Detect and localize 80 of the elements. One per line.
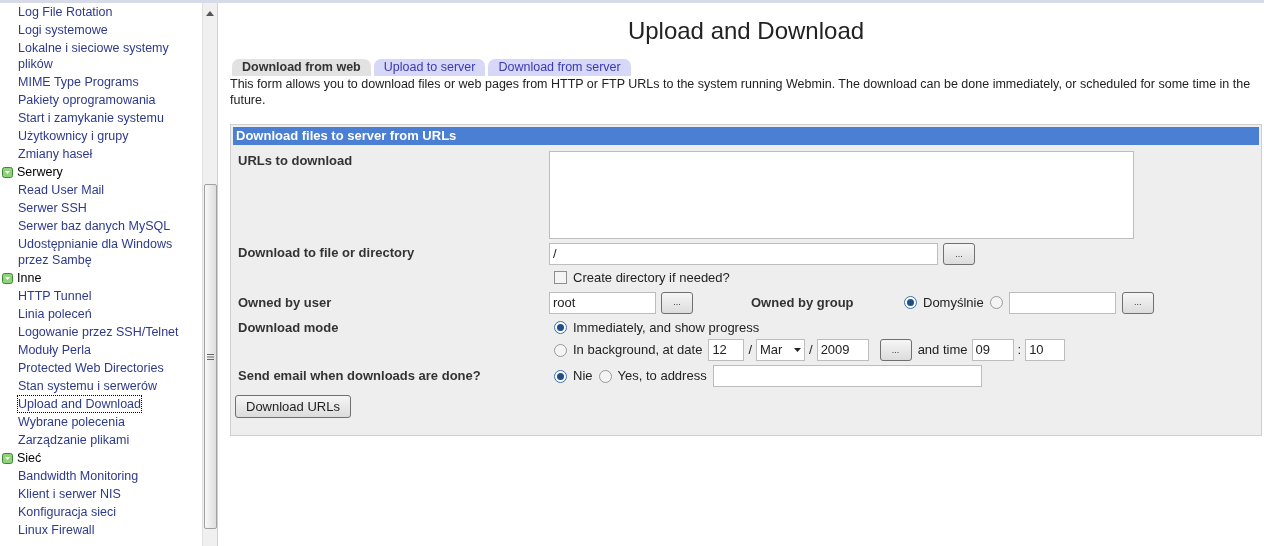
field-label: URLs to download: [238, 152, 354, 170]
checkbox[interactable]: [554, 271, 567, 285]
category-label[interactable]: Serwery: [17, 164, 63, 180]
sidebar-link[interactable]: Linia poleceń: [18, 306, 92, 322]
section-header: Download files to server from URLs: [233, 127, 1259, 145]
sidebar-link[interactable]: Serwer baz danych MySQL: [18, 218, 171, 234]
sidebar-link[interactable]: Logowanie przez SSH/Telnet: [18, 324, 179, 340]
grip-icon: [206, 353, 214, 360]
directory-field[interactable]: /: [549, 243, 938, 265]
hour-field[interactable]: 09: [971, 339, 1014, 361]
category-label[interactable]: Inne: [17, 270, 42, 286]
sidebar-link[interactable]: Udostępnianie dla Windows przez Sambę: [18, 236, 198, 268]
email-field[interactable]: [712, 365, 982, 387]
date-separator: /: [748, 341, 752, 360]
scrollbar-thumb[interactable]: [203, 184, 217, 529]
radio-button[interactable]: [989, 296, 1003, 309]
radio-label: Domyślnie: [923, 293, 984, 312]
radio-label: In background, at date: [573, 341, 703, 360]
sidebar-link[interactable]: Read User Mail: [18, 182, 105, 198]
description-text: This form allows you to download files or web pages from HTTP or FTP URLs to the system running Webmin. The download can be done immediately, or scheduled for some time in the future.: [230, 76, 1252, 108]
sidebar-link[interactable]: Konfiguracja sieci: [18, 504, 116, 520]
sidebar-link[interactable]: Log File Rotation: [18, 4, 113, 20]
group-field[interactable]: [1008, 291, 1116, 314]
time-label: and time: [917, 341, 968, 360]
page-title: Upload and Download: [626, 17, 866, 45]
browse-button[interactable]: ...: [1121, 291, 1154, 314]
tab[interactable]: Upload to server: [373, 59, 486, 76]
field-label: Owned by user: [238, 293, 333, 312]
minute-field[interactable]: 10: [1025, 339, 1066, 361]
checkbox-label: Create directory if needed?: [573, 269, 730, 287]
download-urls-button[interactable]: Download URLs: [235, 395, 351, 418]
day-field[interactable]: 12: [708, 339, 745, 361]
category-toggle-icon[interactable]: [2, 452, 13, 464]
time-separator: :: [1017, 341, 1022, 360]
sidebar-link[interactable]: Stan systemu i serwerów: [18, 378, 157, 394]
radio-button[interactable]: [554, 320, 567, 334]
sidebar-link[interactable]: Klient i serwer NIS: [18, 486, 121, 502]
sidebar-link[interactable]: Logi systemowe: [18, 22, 108, 38]
sidebar-link[interactable]: MIME Type Programs: [18, 74, 139, 90]
sidebar-link[interactable]: Moduły Perla: [18, 342, 91, 358]
radio-button[interactable]: [904, 296, 917, 309]
radio-label: Immediately, and show progress: [573, 318, 760, 337]
sidebar-link[interactable]: Użytkownicy i grupy: [18, 128, 129, 144]
browse-button[interactable]: ...: [661, 291, 693, 314]
sidebar-link[interactable]: Pakiety oprogramowania: [18, 92, 156, 108]
field-label: Download mode: [238, 318, 340, 337]
browse-button[interactable]: ...: [879, 339, 912, 361]
date-separator: /: [809, 341, 813, 360]
radio-button[interactable]: [554, 369, 567, 383]
sidebar-link[interactable]: Serwer SSH: [18, 200, 87, 216]
browse-button[interactable]: ...: [943, 243, 975, 265]
tab[interactable]: Download from web: [232, 59, 371, 76]
category-toggle-icon[interactable]: [2, 166, 13, 178]
category-label[interactable]: Sieć: [17, 450, 42, 466]
scrollbar[interactable]: [202, 3, 217, 546]
field-label: Download to file or directory: [238, 244, 416, 262]
sidebar-link[interactable]: Bandwidth Monitoring: [18, 468, 139, 484]
scroll-up-icon[interactable]: [206, 11, 214, 16]
field-label: Owned by group: [751, 293, 855, 312]
radio-label: Yes, to address: [617, 367, 707, 386]
sidebar-link[interactable]: Zarządzanie plikami: [18, 432, 130, 448]
sidebar-link[interactable]: Wybrane polecenia: [18, 414, 125, 430]
user-field[interactable]: root: [549, 291, 656, 314]
urls-textarea[interactable]: [549, 151, 1134, 239]
radio-label: Nie: [573, 367, 593, 386]
sidebar-link[interactable]: Upload and Download: [18, 396, 141, 412]
month-select[interactable]: Mar: [756, 339, 805, 361]
sidebar-link[interactable]: Protected Web Directories: [18, 360, 164, 376]
sidebar-link[interactable]: Zmiany haseł: [18, 146, 93, 162]
sidebar-link[interactable]: Start i zamykanie systemu: [18, 110, 164, 126]
caret-icon: [794, 348, 801, 352]
category-toggle-icon[interactable]: [2, 272, 13, 284]
tab[interactable]: Download from server: [488, 59, 631, 76]
year-field[interactable]: 2009: [816, 339, 869, 361]
radio-button[interactable]: [554, 343, 567, 357]
sidebar-link[interactable]: Linux Firewall: [18, 522, 95, 538]
sidebar-link[interactable]: HTTP Tunnel: [18, 288, 92, 304]
field-label: Send email when downloads are done?: [238, 367, 482, 386]
radio-button[interactable]: [598, 369, 612, 383]
sidebar-link[interactable]: Lokalne i sieciowe systemy plików: [18, 40, 198, 72]
